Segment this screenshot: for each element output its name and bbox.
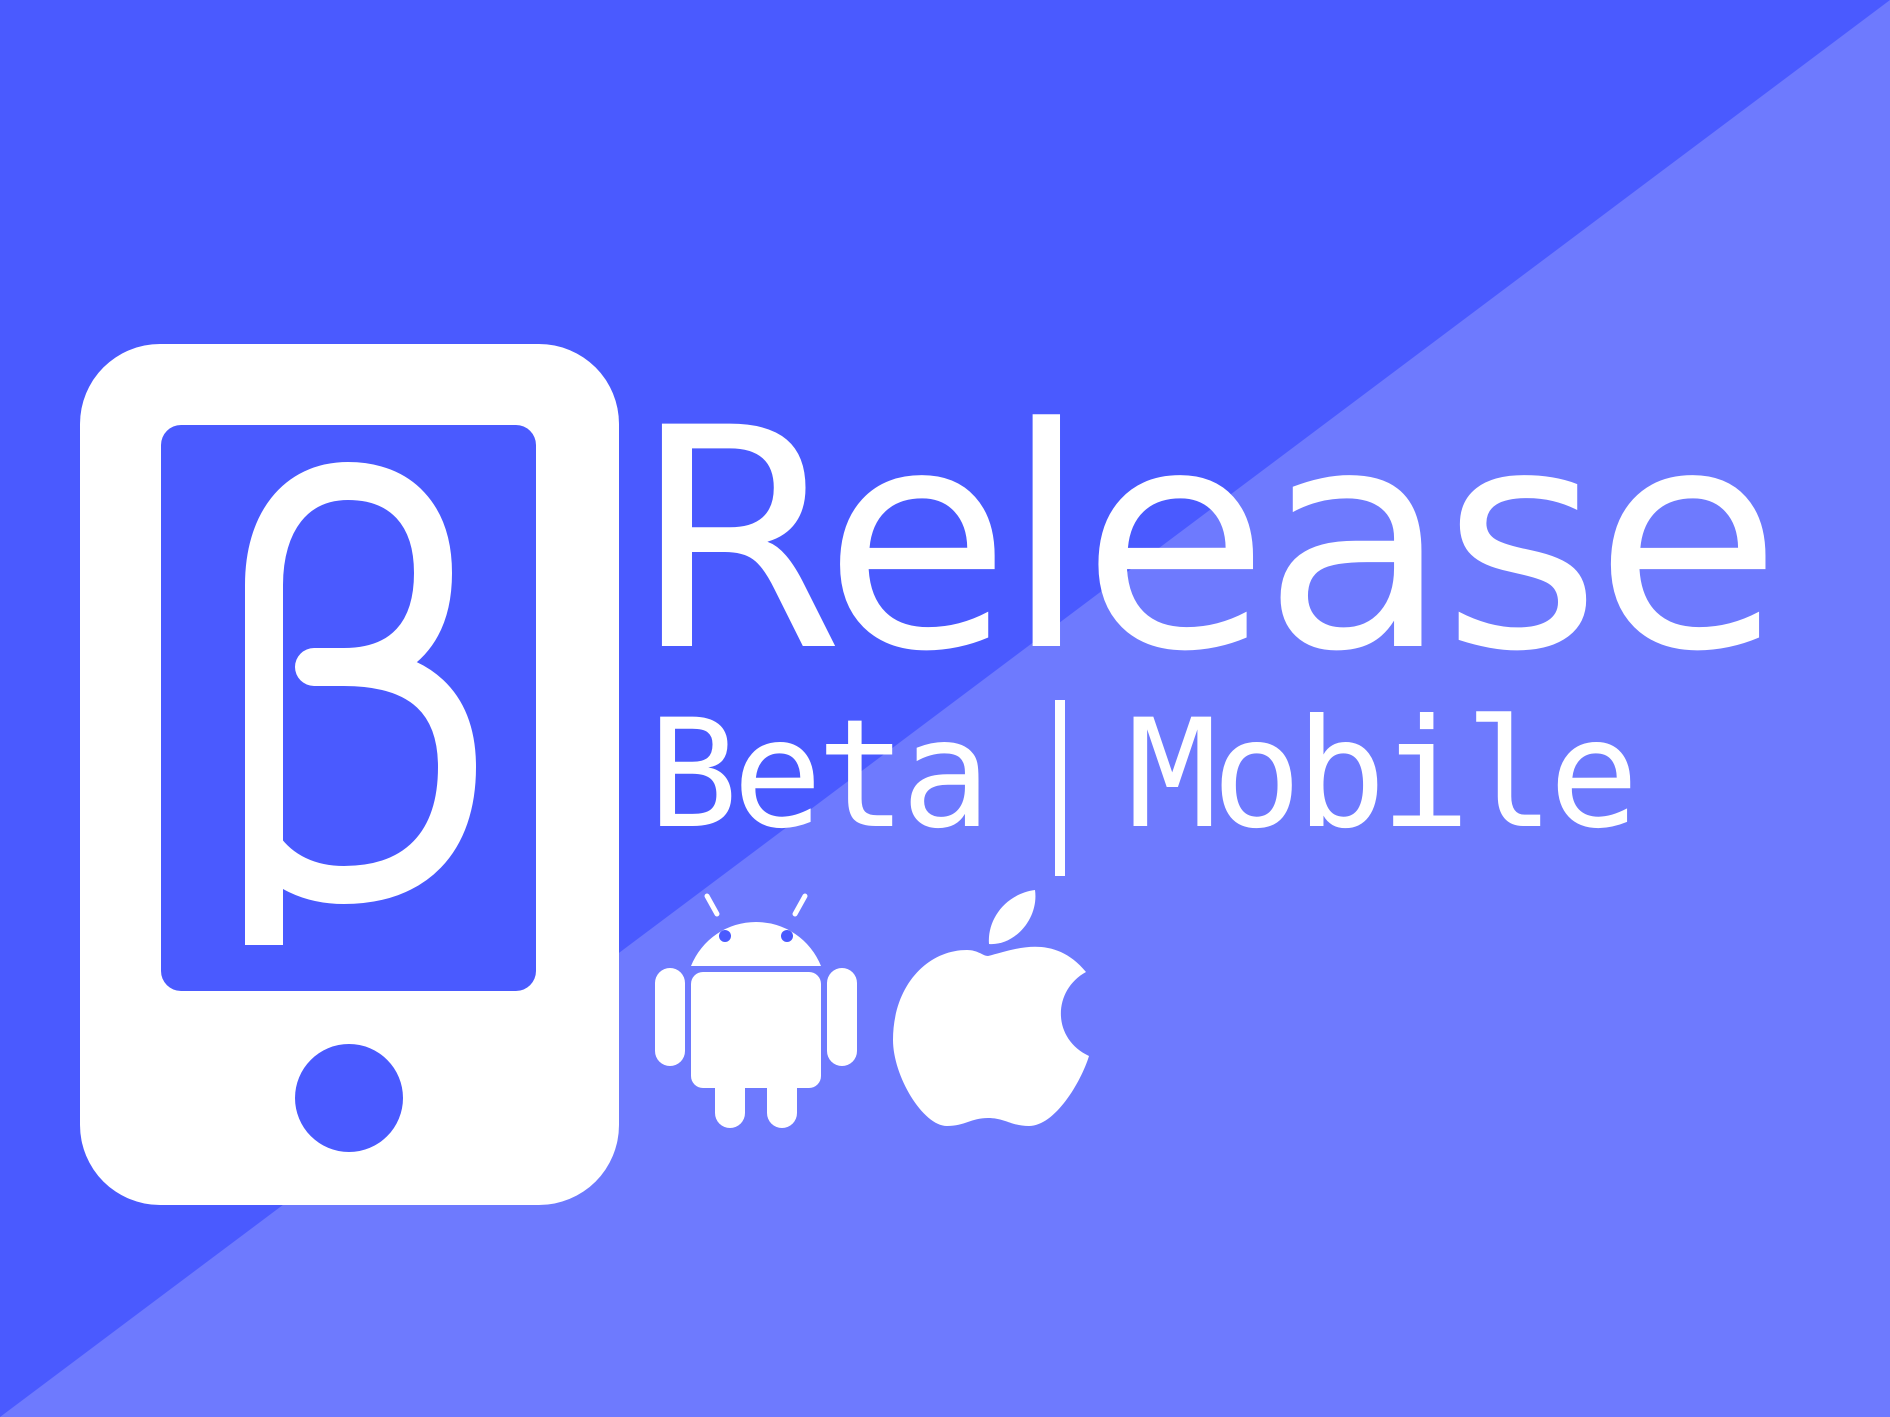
subtitle-mobile: Mobile [1127,688,1639,862]
subtitle-divider [1055,700,1066,876]
phone-screen-fill [161,425,536,991]
beta-glyph-icon [161,425,536,991]
subtitle: Beta Mobile [648,688,1639,880]
phone-screen [161,425,536,991]
phone-beta-logo-icon [80,344,619,1205]
page-title: Release [632,363,1782,718]
phone-home-button [295,1044,403,1152]
platform-icons [655,890,1095,1130]
subtitle-beta: Beta [648,688,991,862]
android-icon [655,893,857,1128]
apple-icon [893,890,1089,1126]
